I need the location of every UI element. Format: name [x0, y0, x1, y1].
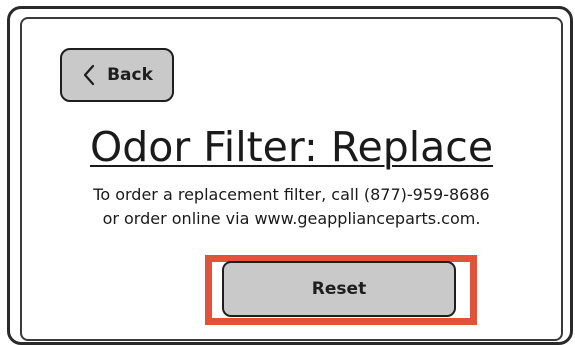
display-screen: Back Odor Filter: Replace To order a rep… — [20, 17, 563, 341]
display-bezel: Back Odor Filter: Replace To order a rep… — [7, 6, 573, 345]
page-title: Odor Filter: Replace — [22, 119, 561, 175]
page-title-text: Odor Filter: Replace — [89, 123, 494, 171]
chevron-left-icon — [83, 64, 95, 86]
instructions-line-1: To order a replacement filter, call (877… — [93, 185, 490, 204]
reset-button[interactable]: Reset — [222, 261, 456, 317]
back-button[interactable]: Back — [60, 48, 174, 102]
reset-button-label: Reset — [311, 279, 367, 299]
instructions-line-2: or order online via www.geapplianceparts… — [102, 209, 481, 228]
instructions-text: To order a replacement filter, call (877… — [22, 183, 561, 231]
appliance-display: Back Odor Filter: Replace To order a rep… — [0, 0, 575, 345]
back-button-label: Back — [107, 65, 153, 85]
